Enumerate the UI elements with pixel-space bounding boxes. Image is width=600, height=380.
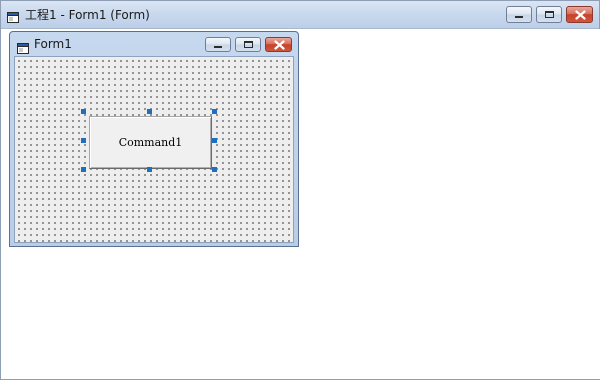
selection-handle-right[interactable] bbox=[212, 138, 217, 143]
selection-handle-top-left[interactable] bbox=[81, 109, 86, 114]
selection-handle-bottom-left[interactable] bbox=[81, 167, 86, 172]
selection-handle-top-right[interactable] bbox=[212, 109, 217, 114]
form1-design-surface[interactable]: Command1 bbox=[14, 56, 294, 243]
form1-titlebar[interactable]: Form1 bbox=[10, 32, 298, 56]
outer-close-button[interactable] bbox=[566, 6, 593, 23]
minimize-icon bbox=[515, 16, 523, 18]
form1-close-button[interactable] bbox=[265, 37, 292, 52]
selection-handle-top[interactable] bbox=[147, 109, 152, 114]
selection-handle-bottom-right[interactable] bbox=[212, 167, 217, 172]
outer-titlebar[interactable]: 工程1 - Form1 (Form) bbox=[1, 1, 599, 29]
command1-button[interactable]: Command1 bbox=[89, 116, 212, 169]
close-icon bbox=[575, 10, 586, 20]
outer-minimize-button[interactable] bbox=[506, 6, 532, 23]
maximize-icon bbox=[244, 41, 253, 48]
outer-window-title: 工程1 - Form1 (Form) bbox=[25, 8, 150, 22]
selection-handle-bottom[interactable] bbox=[147, 167, 152, 172]
maximize-icon bbox=[545, 11, 554, 18]
form1-minimize-button[interactable] bbox=[205, 37, 231, 52]
form1-maximize-button[interactable] bbox=[235, 37, 261, 52]
command1-caption: Command1 bbox=[118, 136, 183, 149]
form1-title: Form1 bbox=[34, 37, 72, 51]
outer-maximize-button[interactable] bbox=[536, 6, 562, 23]
close-icon bbox=[274, 40, 285, 50]
minimize-icon bbox=[214, 46, 222, 48]
form1-window[interactable]: Form1 Command1 bbox=[9, 31, 299, 247]
form-window-icon[interactable] bbox=[17, 39, 29, 54]
selection-handle-left[interactable] bbox=[81, 138, 86, 143]
form-window-icon[interactable] bbox=[7, 8, 19, 23]
